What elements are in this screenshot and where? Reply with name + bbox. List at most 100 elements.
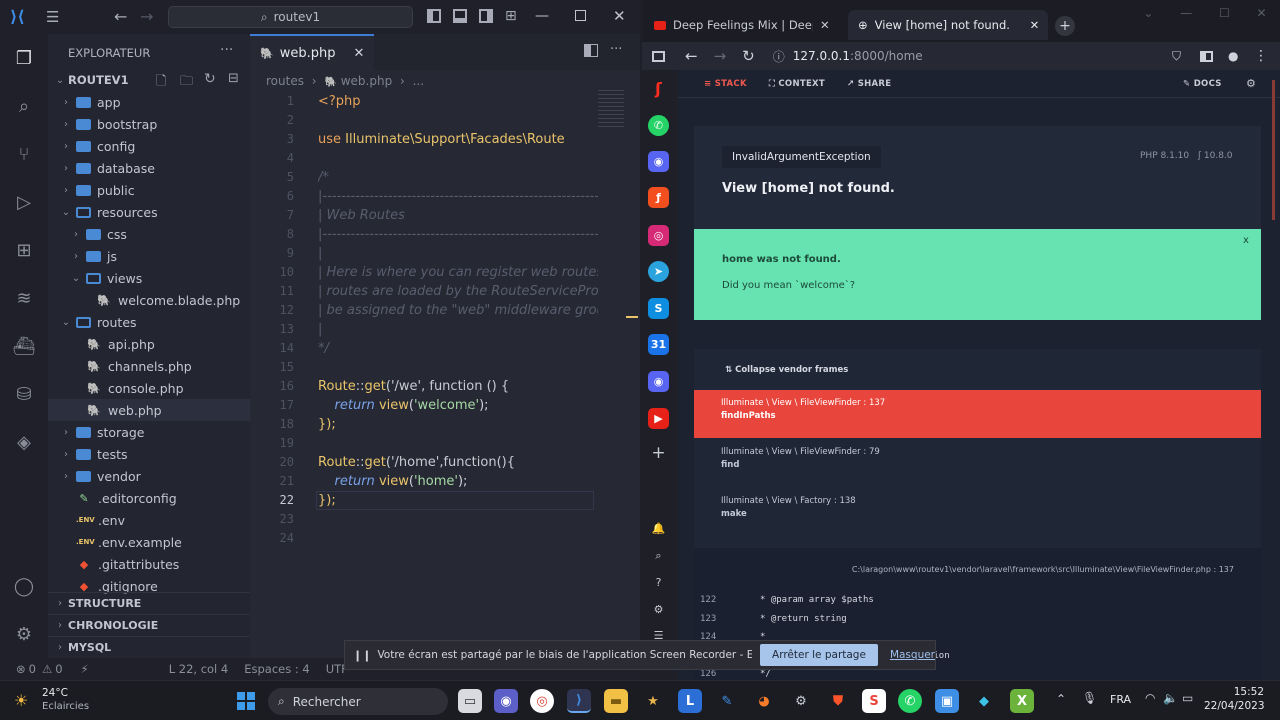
pinned-app-icon[interactable]: X (1010, 689, 1034, 713)
settings-gear-icon[interactable]: ⚙ (648, 599, 669, 620)
tab-youtube[interactable]: Deep Feelings Mix | Deep House ✕ (644, 10, 848, 40)
section-structure[interactable]: › STRUCTURE (48, 592, 250, 614)
tab-web-php[interactable]: 🐘 web.php ✕ (250, 34, 374, 70)
search-icon[interactable]: ⌕ (12, 94, 36, 118)
discord-icon[interactable]: ◉ (648, 371, 669, 392)
chevron-down-icon[interactable]: ⌄ (1143, 6, 1153, 20)
whatsapp-icon[interactable]: ✆ (898, 689, 922, 713)
more-actions-icon[interactable]: ··· (220, 42, 233, 58)
chrome-icon[interactable]: ◎ (530, 689, 554, 713)
start-button[interactable] (234, 689, 258, 713)
mic-icon[interactable]: 🎙 (1082, 691, 1097, 705)
tab-error-page[interactable]: ⊕ View [home] not found. ✕ (848, 10, 1048, 40)
bell-icon[interactable]: 🔔 (648, 518, 669, 539)
toggle-panel-icon[interactable] (453, 9, 467, 23)
extensions-icon[interactable]: ⊞ (12, 238, 36, 262)
search-icon[interactable]: ⌕ (648, 545, 669, 566)
laravel-icon[interactable]: ʃ (648, 78, 669, 99)
calendar-icon[interactable]: 31 (648, 334, 669, 355)
skype-icon[interactable]: S (648, 298, 669, 319)
tree-folder[interactable]: ⌄ resources (48, 201, 250, 223)
tree-folder[interactable]: › app (48, 91, 250, 113)
pinned-app-icon[interactable]: ✎ (715, 689, 739, 713)
more-actions-icon[interactable]: ··· (610, 42, 622, 57)
vscode-taskbar-icon[interactable]: ⟩ (567, 689, 591, 713)
close-window-button[interactable]: ✕ (1257, 6, 1267, 20)
instagram-icon[interactable]: ◎ (648, 225, 669, 246)
tree-file[interactable]: 🐘 channels.php (48, 355, 250, 377)
cursor-position[interactable]: L 22, col 4 (169, 662, 229, 676)
minimize-button[interactable]: — (1180, 6, 1192, 20)
back-arrow-icon[interactable]: ← (685, 47, 698, 65)
tree-folder[interactable]: › js (48, 245, 250, 267)
help-icon[interactable]: ? (648, 572, 669, 593)
tree-file[interactable]: .ENV .env.example (48, 531, 250, 553)
source-control-icon[interactable]: ⑂ (12, 142, 36, 166)
tree-folder[interactable]: › tests (48, 443, 250, 465)
refresh-icon[interactable]: ↻ (204, 71, 216, 87)
url-bar[interactable]: 127.0.0.1:8000/home (793, 49, 923, 63)
project-root[interactable]: ⌄ ROUTEV1 (48, 69, 250, 91)
figma-icon[interactable]: ƒ (648, 187, 669, 208)
stop-sharing-button[interactable]: Arrêter le partage (760, 644, 878, 666)
nav-docs[interactable]: ✎ DOCS (1183, 79, 1222, 89)
section-timeline[interactable]: › CHRONOLOGIE (48, 614, 250, 636)
tree-folder[interactable]: ⌄ routes (48, 311, 250, 333)
customize-layout-icon[interactable]: ⊞ (505, 8, 517, 24)
laragon-icon[interactable]: L (678, 689, 702, 713)
close-solution-button[interactable]: x (1243, 235, 1249, 246)
pinned-app-icon[interactable]: ◆ (972, 689, 996, 713)
site-info-icon[interactable]: ⓘ (773, 48, 785, 65)
tree-folder[interactable]: › css (48, 223, 250, 245)
discord-icon[interactable]: ◉ (648, 151, 669, 172)
pinned-app-icon[interactable]: ★ (641, 689, 665, 713)
tree-file[interactable]: 🐘 console.php (48, 377, 250, 399)
close-window-button[interactable]: ✕ (613, 7, 626, 25)
weather-temp[interactable]: 24°C (42, 687, 68, 699)
hide-banner-link[interactable]: Masquer (890, 649, 935, 661)
error-icon[interactable]: ⊗ (16, 662, 26, 676)
menu-icon[interactable]: ☰ (46, 8, 59, 26)
whatsapp-icon[interactable]: ✆ (648, 115, 669, 136)
tree-file[interactable]: 🐘 web.php (48, 399, 250, 421)
tree-folder[interactable]: ⌄ views (48, 267, 250, 289)
tree-folder[interactable]: › database (48, 157, 250, 179)
menu-dots-icon[interactable]: ⋮ (1254, 48, 1268, 64)
tree-file[interactable]: ◆ .gitattributes (48, 553, 250, 575)
toggle-secondary-sidebar-icon[interactable] (479, 9, 493, 23)
youtube-icon[interactable]: ▶ (648, 408, 669, 429)
stack-frame[interactable]: Illuminate \ View \ Factory : 138 make (694, 488, 1261, 536)
close-tab-icon[interactable]: ✕ (820, 18, 830, 32)
shield-icon[interactable]: ⛉ (1172, 49, 1181, 64)
nav-stack[interactable]: ≡ STACK (704, 79, 747, 89)
taskbar-search[interactable]: ⌕ Rechercher (268, 688, 448, 715)
sidebar-toggle-icon[interactable] (652, 50, 665, 62)
page-scrollbar[interactable] (1272, 80, 1275, 220)
collapse-all-icon[interactable]: ⊟ (228, 71, 239, 86)
close-tab-icon[interactable]: ✕ (353, 46, 364, 61)
tree-file[interactable]: .ENV .env (48, 509, 250, 531)
clock-time[interactable]: 15:52 (1212, 686, 1264, 698)
tree-folder[interactable]: › vendor (48, 465, 250, 487)
stack-frame[interactable]: Illuminate \ View \ FileViewFinder : 79 … (694, 439, 1261, 487)
telegram-icon[interactable]: ➤ (648, 261, 669, 282)
laravel-icon[interactable]: ≋ (12, 286, 36, 310)
tree-folder[interactable]: › public (48, 179, 250, 201)
pinned-app-icon[interactable]: ▣ (935, 689, 959, 713)
nav-context[interactable]: ⛶ CONTEXT (769, 79, 825, 89)
battery-icon[interactable]: ▭ (1182, 691, 1193, 705)
reload-icon[interactable]: ↻ (742, 47, 755, 65)
maximize-button[interactable] (575, 10, 586, 21)
warning-icon[interactable]: ⚠ (42, 662, 52, 676)
chevron-up-icon[interactable]: ⌃ (1056, 692, 1066, 706)
close-tab-icon[interactable]: ✕ (1030, 18, 1040, 32)
breadcrumb-item[interactable]: web.php (341, 74, 392, 88)
tree-file[interactable]: 🐘 welcome.blade.php (48, 289, 250, 311)
tree-folder[interactable]: › config (48, 135, 250, 157)
volume-icon[interactable]: 🔈 (1163, 691, 1178, 705)
steam-icon[interactable]: ⚙ (789, 689, 813, 713)
tree-folder[interactable]: › storage (48, 421, 250, 443)
brave-icon[interactable]: ⛊ (826, 689, 850, 713)
clock-date[interactable]: 22/04/2023 (1204, 700, 1265, 712)
back-arrow-icon[interactable]: ← (114, 7, 127, 26)
